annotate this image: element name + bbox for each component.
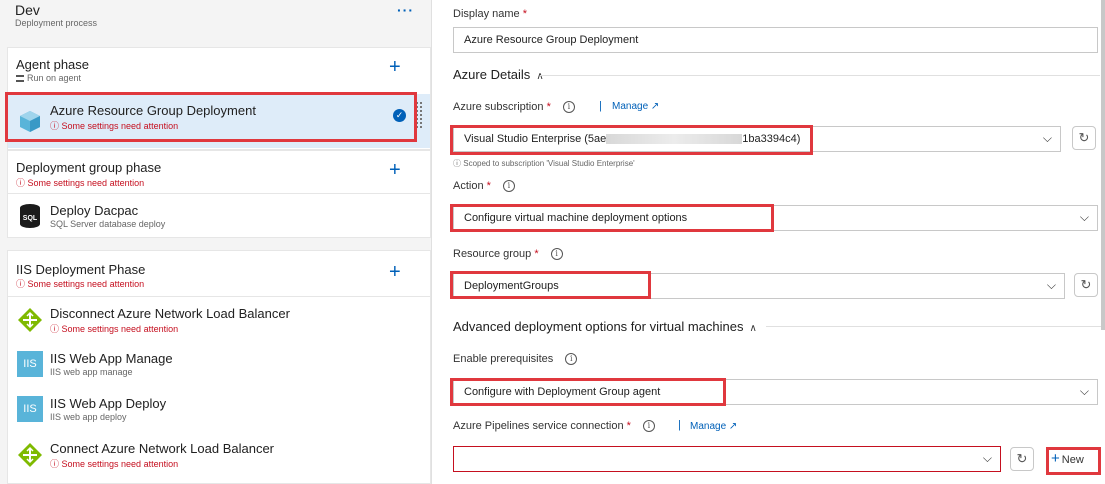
display-name-label: Display name *	[453, 8, 527, 20]
task-disconnect-load-balancer[interactable]: Disconnect Azure Network Load Balancer ⓘ…	[8, 298, 430, 343]
refresh-resource-group-button[interactable]: ↻	[1074, 273, 1098, 297]
chevron-down-icon: ⌵	[1079, 384, 1089, 398]
environment-subtitle: Deployment process	[15, 18, 98, 28]
advanced-options-section[interactable]: Advanced deployment options for virtual …	[453, 319, 757, 334]
service-connection-select[interactable]: ⌵	[453, 446, 1001, 472]
external-link-icon: ↗	[728, 421, 738, 432]
refresh-subscription-button[interactable]: ↻	[1072, 126, 1096, 150]
pipeline-tasks-panel: Dev Deployment process ··· Agent phase R…	[0, 0, 432, 484]
task-title: IIS Web App Manage	[50, 351, 173, 366]
task-title: IIS Web App Deploy	[50, 396, 167, 411]
highlight-box	[1046, 447, 1101, 475]
resource-group-label: Resource group * i	[453, 248, 563, 261]
svg-text:SQL: SQL	[23, 215, 38, 222]
add-task-button[interactable]: +	[389, 160, 401, 180]
info-icon[interactable]: i	[565, 353, 578, 366]
warning-icon: ⓘ	[50, 324, 62, 334]
task-title: Disconnect Azure Network Load Balancer	[50, 306, 290, 321]
task-warning: ⓘ Some settings need attention	[50, 324, 179, 334]
highlight-box	[5, 92, 417, 142]
divider	[8, 193, 430, 194]
load-balancer-icon	[17, 307, 43, 333]
divider	[8, 296, 430, 297]
chevron-down-icon: ⌵	[1042, 131, 1052, 145]
highlight-box	[450, 378, 726, 406]
pipeline-header: Dev Deployment process ···	[0, 0, 432, 34]
deployment-group-phase-header[interactable]: Deployment group phase ⓘ Some settings n…	[8, 151, 430, 195]
display-name-input[interactable]: Azure Resource Group Deployment	[453, 27, 1098, 53]
info-icon[interactable]: i	[502, 180, 515, 193]
task-subtitle: IIS web app deploy	[50, 412, 127, 422]
iis-phase-header[interactable]: IIS Deployment Phase ⓘ Some settings nee…	[8, 251, 430, 295]
external-link-icon: ↗	[650, 101, 660, 112]
agent-phase-header[interactable]: Agent phase Run on agent +	[8, 48, 430, 92]
chevron-down-icon: ⌵	[982, 451, 992, 465]
load-balancer-icon	[17, 442, 43, 468]
highlight-box	[450, 204, 774, 232]
task-title: Connect Azure Network Load Balancer	[50, 441, 275, 456]
iis-icon: IIS	[17, 396, 43, 422]
highlight-box	[450, 125, 813, 155]
warning-icon: ⓘ	[16, 279, 28, 289]
task-subtitle: SQL Server database deploy	[50, 219, 166, 229]
info-icon[interactable]: i	[562, 101, 575, 114]
warning-icon: ⓘ	[50, 459, 62, 469]
subscription-scope-note: ⓘ Scoped to subscription 'Visual Studio …	[453, 159, 635, 168]
chevron-up-icon: ∧	[749, 323, 757, 334]
scrollbar[interactable]	[1101, 0, 1105, 330]
refresh-service-connection-button[interactable]: ↻	[1010, 447, 1034, 471]
separator: |	[678, 419, 681, 431]
more-options-button[interactable]: ···	[397, 2, 414, 18]
phase-warning: ⓘ Some settings need attention	[16, 279, 145, 289]
chevron-down-icon: ⌵	[1046, 278, 1056, 292]
task-title: Deploy Dacpac	[50, 203, 139, 218]
manage-service-connection-link[interactable]: Manage ↗	[690, 421, 737, 432]
task-connect-load-balancer[interactable]: Connect Azure Network Load Balancer ⓘ So…	[8, 433, 430, 478]
phase-warning: ⓘ Some settings need attention	[16, 178, 145, 188]
iis-deployment-phase-card: IIS Deployment Phase ⓘ Some settings nee…	[7, 250, 431, 484]
phase-title: Agent phase	[16, 57, 90, 72]
info-icon: ⓘ	[453, 159, 464, 168]
info-icon[interactable]: i	[550, 248, 563, 261]
add-task-button[interactable]: +	[389, 57, 401, 77]
enable-prerequisites-label: Enable prerequisites i	[453, 353, 578, 366]
task-deploy-dacpac[interactable]: SQL Deploy Dacpac SQL Server database de…	[8, 195, 430, 239]
divider	[766, 326, 1101, 327]
task-iis-web-app-manage[interactable]: IIS IIS Web App Manage IIS web app manag…	[8, 343, 430, 388]
task-subtitle: IIS web app manage	[50, 367, 133, 377]
phase-title: Deployment group phase	[16, 160, 162, 175]
task-iis-web-app-deploy[interactable]: IIS IIS Web App Deploy IIS web app deplo…	[8, 388, 430, 433]
sql-database-icon: SQL	[17, 203, 43, 229]
azure-subscription-label: Azure subscription * i	[453, 101, 575, 114]
chevron-up-icon: ∧	[536, 71, 544, 82]
info-icon[interactable]: i	[642, 420, 655, 433]
action-label: Action * i	[453, 180, 515, 193]
agent-icon	[16, 75, 24, 83]
deployment-group-phase-card: Deployment group phase ⓘ Some settings n…	[7, 150, 431, 238]
iis-icon: IIS	[17, 351, 43, 377]
separator: |	[599, 100, 602, 112]
manage-subscription-link[interactable]: Manage ↗	[612, 101, 659, 112]
highlight-box	[450, 271, 651, 299]
task-warning: ⓘ Some settings need attention	[50, 459, 179, 469]
service-connection-label: Azure Pipelines service connection * i	[453, 420, 655, 433]
phase-subtitle: Run on agent	[16, 73, 81, 83]
divider	[540, 75, 1100, 76]
phase-title: IIS Deployment Phase	[16, 262, 146, 277]
environment-name: Dev	[15, 2, 40, 18]
chevron-down-icon: ⌵	[1079, 210, 1089, 224]
azure-details-section[interactable]: Azure Details ∧	[453, 67, 544, 82]
add-task-button[interactable]: +	[389, 262, 401, 282]
warning-icon: ⓘ	[16, 178, 28, 188]
